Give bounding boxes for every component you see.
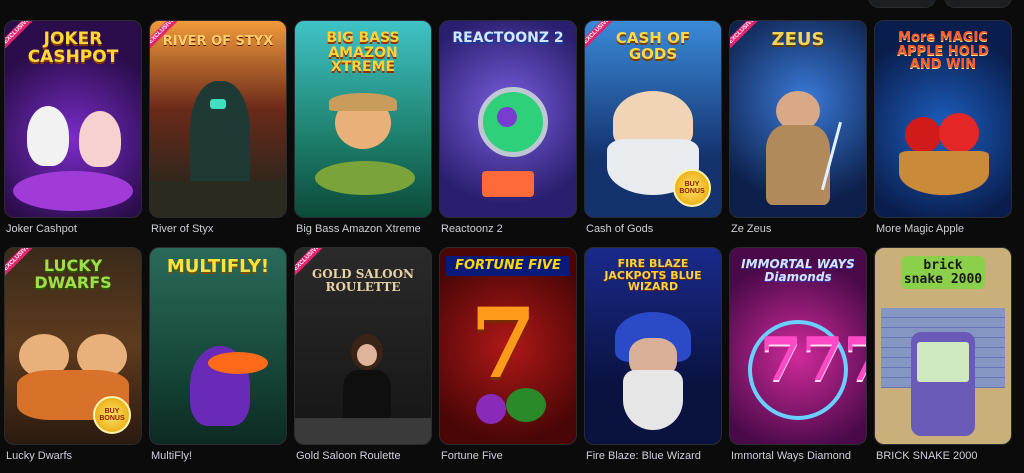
grapes-shape xyxy=(476,394,506,424)
game-tile[interactable]: brick snake 2000 BRICK SNAKE 2000 xyxy=(874,247,1012,462)
game-tile[interactable]: MULTIFLY! MultiFly! xyxy=(149,247,287,462)
game-thumbnail[interactable]: EXCLUSIVE LUCKY DWARFS BUY BONUS xyxy=(4,247,142,445)
roulette-table xyxy=(295,418,431,444)
pot-base xyxy=(13,171,133,211)
game-grid: EXCLUSIVE JOKER CASHPOT Joker Cashpot EX… xyxy=(4,20,1012,462)
zeus-body xyxy=(766,125,830,205)
game-tile[interactable]: FIRE BLAZE JACKPOTS BLUE WIZARD Fire Bla… xyxy=(584,247,722,462)
toucan-beak xyxy=(208,352,268,374)
top-filter-button[interactable] xyxy=(868,0,936,8)
game-title: Ze Zeus xyxy=(731,223,772,235)
game-logo: ZEUS xyxy=(771,29,825,50)
game-tile[interactable]: FORTUNE FIVE 7 Fortune Five xyxy=(439,247,577,462)
game-thumbnail[interactable]: BIG BASS AMAZON XTREME xyxy=(294,20,432,218)
game-title: Lucky Dwarfs xyxy=(6,450,73,462)
game-thumbnail[interactable]: EXCLUSIVE JOKER CASHPOT xyxy=(4,20,142,218)
game-title: Fire Blaze: Blue Wizard xyxy=(586,450,701,462)
game-logo: CASH OF GODS xyxy=(615,29,691,63)
wizard-beard xyxy=(623,370,683,430)
game-thumbnail[interactable]: EXCLUSIVE ZEUS xyxy=(729,20,867,218)
game-tile[interactable]: More MAGIC APPLE HOLD AND WIN More Magic… xyxy=(874,20,1012,235)
game-tile[interactable]: EXCLUSIVE ZEUS Ze Zeus xyxy=(729,20,867,235)
seven-symbol: 7 xyxy=(470,287,537,400)
apple-shape xyxy=(905,117,941,153)
game-logo: FORTUNE FIVE xyxy=(446,256,570,276)
phone-screen xyxy=(917,342,969,382)
game-title: Gold Saloon Roulette xyxy=(296,450,401,462)
reaper-figure xyxy=(190,81,250,191)
game-title: More Magic Apple xyxy=(876,223,965,235)
game-logo: REACTOONZ 2 xyxy=(452,30,564,46)
game-thumbnail[interactable]: More MAGIC APPLE HOLD AND WIN xyxy=(874,20,1012,218)
buy-bonus-badge: BUY BONUS xyxy=(93,396,131,434)
game-title: Joker Cashpot xyxy=(6,223,77,235)
reaper-eyes xyxy=(210,99,226,109)
top-sort-button[interactable] xyxy=(944,0,1012,8)
game-thumbnail[interactable]: IMMORTAL WAYS Diamonds 777 xyxy=(729,247,867,445)
joker-figure xyxy=(79,111,121,167)
joker-figure xyxy=(27,106,69,166)
dealer-face xyxy=(357,344,377,366)
game-title: BRICK SNAKE 2000 xyxy=(876,450,978,462)
game-logo: More MAGIC APPLE HOLD AND WIN xyxy=(897,30,989,73)
apple-shape xyxy=(939,113,979,153)
triple-seven-symbol: 777 xyxy=(760,325,866,395)
game-tile[interactable]: IMMORTAL WAYS Diamonds 777 Immortal Ways… xyxy=(729,247,867,462)
game-logo: RIVER OF STYX xyxy=(162,34,274,49)
game-logo: LUCKY DWARFS xyxy=(34,256,112,292)
game-logo: FIRE BLAZE JACKPOTS BLUE WIZARD xyxy=(604,257,702,294)
buy-bonus-badge: BUY BONUS xyxy=(673,169,711,207)
fish-shape xyxy=(315,161,415,195)
game-title: Cash of Gods xyxy=(586,223,654,235)
game-thumbnail[interactable]: REACTOONZ 2 xyxy=(439,20,577,218)
game-title: MultiFly! xyxy=(151,450,192,462)
game-logo: GOLD SALOON ROULETTE xyxy=(311,267,414,294)
game-thumbnail[interactable]: EXCLUSIVE CASH OF GODS BUY BONUS xyxy=(584,20,722,218)
game-title: Fortune Five xyxy=(441,450,503,462)
game-tile[interactable]: REACTOONZ 2 Reactoonz 2 xyxy=(439,20,577,235)
game-thumbnail[interactable]: EXCLUSIVE RIVER OF STYX xyxy=(149,20,287,218)
game-title: Reactoonz 2 xyxy=(441,223,503,235)
game-tile[interactable]: EXCLUSIVE CASH OF GODS BUY BONUS Cash of… xyxy=(584,20,722,235)
game-tile[interactable]: BIG BASS AMAZON XTREME Big Bass Amazon X… xyxy=(294,20,432,235)
basket-shape xyxy=(899,151,989,195)
game-title: Big Bass Amazon Xtreme xyxy=(296,223,421,235)
watermelon-shape xyxy=(506,388,546,422)
game-title: Immortal Ways Diamond xyxy=(731,450,852,462)
game-logo: JOKER CASHPOT xyxy=(27,29,119,67)
game-tile[interactable]: EXCLUSIVE RIVER OF STYX River of Styx xyxy=(149,20,287,235)
alien-eye xyxy=(497,107,517,127)
game-title: River of Styx xyxy=(151,223,214,235)
game-thumbnail[interactable]: brick snake 2000 xyxy=(874,247,1012,445)
game-thumbnail[interactable]: FORTUNE FIVE 7 xyxy=(439,247,577,445)
hat-shape xyxy=(329,93,397,111)
game-logo: brick snake 2000 xyxy=(901,256,985,290)
game-thumbnail[interactable]: MULTIFLY! xyxy=(149,247,287,445)
game-thumbnail[interactable]: FIRE BLAZE JACKPOTS BLUE WIZARD xyxy=(584,247,722,445)
boat-shape xyxy=(150,181,286,217)
game-tile[interactable]: EXCLUSIVE LUCKY DWARFS BUY BONUS Lucky D… xyxy=(4,247,142,462)
game-thumbnail[interactable]: EXCLUSIVE GOLD SALOON ROULETTE xyxy=(294,247,432,445)
game-logo: BIG BASS AMAZON XTREME xyxy=(326,30,400,76)
game-logo: IMMORTAL WAYS Diamonds xyxy=(741,257,855,284)
game-logo: MULTIFLY! xyxy=(166,256,270,277)
game-tile[interactable]: EXCLUSIVE GOLD SALOON ROULETTE Gold Salo… xyxy=(294,247,432,462)
game-tile[interactable]: EXCLUSIVE JOKER CASHPOT Joker Cashpot xyxy=(4,20,142,235)
machine-panel xyxy=(482,171,534,197)
